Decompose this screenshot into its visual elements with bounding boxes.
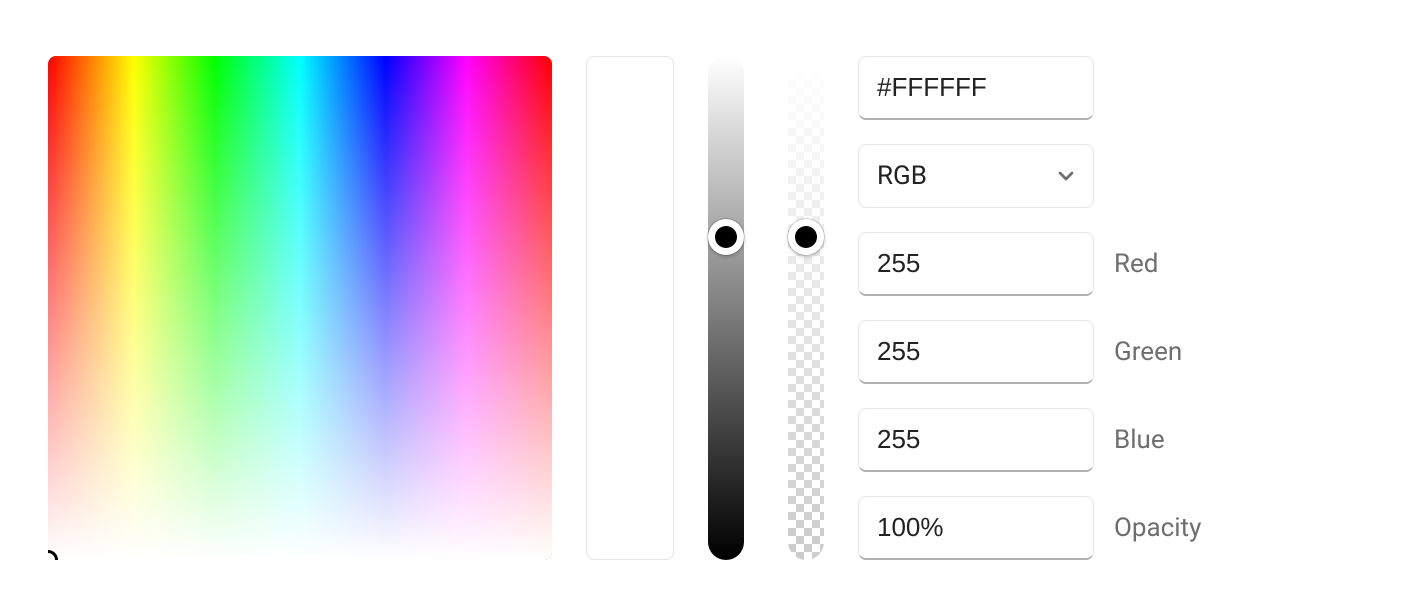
fields-column: RGB Red Green Blue Opacity	[858, 56, 1201, 560]
green-label: Green	[1114, 337, 1182, 367]
hex-field-row	[858, 56, 1201, 120]
opacity-label: Opacity	[1114, 513, 1201, 543]
color-model-row: RGB	[858, 144, 1201, 208]
color-model-value: RGB	[877, 161, 927, 191]
opacity-field-row: Opacity	[858, 496, 1201, 560]
alpha-slider-handle[interactable]	[788, 219, 824, 255]
slider-group	[708, 56, 824, 560]
green-input[interactable]	[858, 320, 1094, 384]
color-area[interactable]	[48, 56, 552, 560]
color-swatch	[586, 56, 674, 560]
color-area-white-gradient	[48, 56, 552, 560]
opacity-input[interactable]	[858, 496, 1094, 560]
red-input[interactable]	[858, 232, 1094, 296]
lightness-slider-handle-inner	[715, 226, 737, 248]
alpha-slider[interactable]	[788, 56, 824, 560]
green-field-row: Green	[858, 320, 1201, 384]
lightness-slider-handle[interactable]	[708, 219, 744, 255]
alpha-slider-handle-inner	[795, 226, 817, 248]
red-field-row: Red	[858, 232, 1201, 296]
hex-input[interactable]	[858, 56, 1094, 120]
red-label: Red	[1114, 249, 1158, 279]
alpha-slider-track	[788, 56, 824, 560]
chevron-down-icon	[1057, 167, 1075, 185]
color-picker: RGB Red Green Blue Opacity	[48, 56, 1376, 560]
lightness-slider[interactable]	[708, 56, 744, 560]
blue-field-row: Blue	[858, 408, 1201, 472]
color-model-select[interactable]: RGB	[858, 144, 1094, 208]
blue-input[interactable]	[858, 408, 1094, 472]
blue-label: Blue	[1114, 425, 1165, 455]
lightness-slider-track	[708, 56, 744, 560]
